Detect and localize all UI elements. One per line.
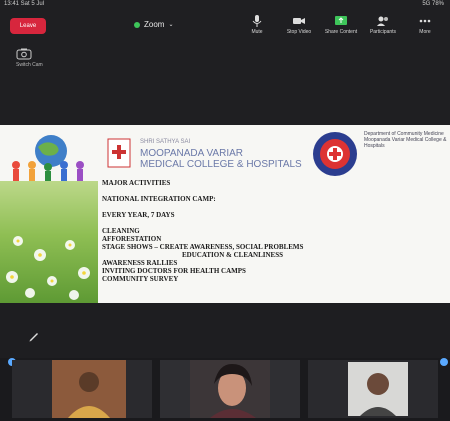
participant-video-2[interactable]: [160, 360, 300, 418]
shared-screen: SHRI SATHYA SAI MOOPANADA VARIAR MEDICAL…: [0, 125, 450, 303]
hospital-name-line3: MEDICAL COLLEGE & HOSPITALS: [140, 159, 302, 170]
mute-label: Mute: [251, 29, 263, 35]
share-content-label: Share Content: [324, 29, 358, 35]
zoom-label: Zoom: [144, 20, 165, 29]
more-label: More: [419, 29, 431, 35]
stop-video-label: Stop Video: [286, 29, 312, 35]
participants-button[interactable]: Participants: [364, 14, 402, 35]
participant-video-3[interactable]: [308, 360, 438, 418]
resize-handle-right[interactable]: [440, 358, 448, 366]
participants-icon: [377, 16, 388, 26]
hospital-logo: [107, 138, 131, 168]
activity-line: CLEANING: [102, 227, 140, 235]
mute-button[interactable]: Mute: [238, 14, 276, 35]
share-content-button[interactable]: Share Content: [322, 14, 360, 35]
participant-strip: [0, 358, 450, 421]
camera-switch-icon: [16, 48, 32, 60]
activity-line: EDUCATION & CLEANLINESS: [182, 251, 284, 259]
activity-gap: [102, 187, 442, 195]
activity-gap: [102, 203, 442, 211]
activity-line: COMMUNITY SURVEY: [102, 275, 179, 283]
chevron-down-icon: ⌄: [168, 22, 174, 28]
activity-line: AWARENESS RALLIES: [102, 259, 178, 267]
top-actions: Mute Stop Video Share Content Participan…: [238, 14, 444, 35]
leave-button[interactable]: Leave: [10, 18, 46, 34]
microphone-icon: [252, 15, 262, 27]
activities-list: MAJOR ACTIVITIES NATIONAL INTEGRATION CA…: [102, 179, 442, 283]
secure-icon: [134, 21, 140, 28]
more-icon: [419, 19, 431, 23]
more-button[interactable]: More: [406, 14, 444, 35]
activity-line: NATIONAL INTEGRATION CAMP:: [102, 195, 216, 203]
hospital-name: SHRI SATHYA SAI MOOPANADA VARIAR MEDICAL…: [140, 137, 302, 170]
department-seal: [313, 132, 357, 176]
seal-caption: Department of Community Medicine Moopana…: [364, 131, 447, 149]
zoom-title[interactable]: Zoom ⌄: [134, 20, 173, 29]
meeting-top-bar: Leave Zoom ⌄ Mute Stop Video Share Conte…: [0, 10, 450, 44]
activity-line: AFFORESTATION: [102, 235, 162, 243]
activity-line: INVITING DOCTORS FOR HEALTH CAMPS: [102, 267, 246, 275]
status-time: 13:41 Sat 5 Jul: [4, 1, 45, 7]
activity-line: EVERY YEAR, 7 DAYS: [102, 211, 175, 219]
camera-switch-button[interactable]: Switch Cam: [16, 48, 43, 68]
hospital-name-line2: MOOPANADA VARIAR: [140, 148, 243, 159]
activity-line: MAJOR ACTIVITIES: [102, 179, 171, 187]
activity-line: STAGE SHOWS – CREATE AWARENESS, SOCIAL P…: [102, 243, 304, 251]
meeting-dark-area: [0, 303, 450, 358]
activity-gap: [102, 219, 442, 227]
video-camera-icon: [293, 18, 305, 24]
status-bar: 13:41 Sat 5 Jul 5G 78%: [0, 0, 450, 10]
status-indicators: 5G 78%: [422, 1, 444, 7]
stop-video-button[interactable]: Stop Video: [280, 14, 318, 35]
participants-label: Participants: [369, 29, 397, 35]
flower-field-image: [0, 181, 98, 303]
annotate-pencil-icon[interactable]: [28, 330, 40, 342]
share-screen-icon: [335, 16, 347, 25]
hospital-line1: SHRI SATHYA SAI: [140, 139, 191, 145]
camera-switch-label: Switch Cam: [16, 62, 43, 68]
participant-video-1[interactable]: [12, 360, 152, 418]
